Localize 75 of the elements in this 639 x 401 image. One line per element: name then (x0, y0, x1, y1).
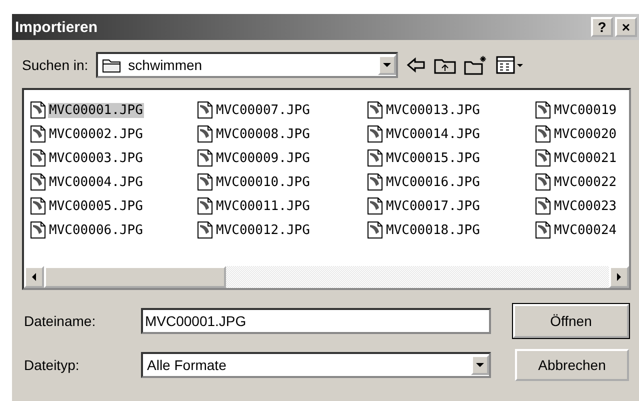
window-title: Importieren (15, 18, 98, 36)
file-item[interactable]: MVC00010.JPG (215, 174, 311, 190)
image-file-icon (30, 221, 46, 239)
image-file-icon (30, 101, 46, 119)
open-button[interactable]: Öffnen (513, 304, 629, 338)
caret-icon (476, 361, 484, 369)
folder-name: schwimmen (128, 57, 202, 73)
file-type-value: Alle Formate (147, 357, 226, 373)
dropdown-button[interactable] (471, 355, 489, 375)
image-file-icon (367, 173, 383, 191)
file-item[interactable]: MVC00005.JPG (48, 198, 144, 214)
image-file-icon (535, 101, 551, 119)
file-item[interactable]: MVC00017.JPG (385, 198, 481, 214)
image-file-icon (535, 197, 551, 215)
look-in-label: Suchen in: (22, 57, 88, 73)
dropdown-button[interactable] (378, 55, 396, 75)
horizontal-scrollbar[interactable] (24, 266, 629, 288)
image-file-icon (197, 197, 213, 215)
image-file-icon (535, 221, 551, 239)
file-item[interactable]: MVC00006.JPG (48, 222, 144, 238)
file-item[interactable]: MVC00013.JPG (385, 102, 481, 118)
scroll-right-button[interactable] (609, 266, 629, 288)
help-button[interactable]: ? (591, 17, 613, 37)
caret-icon (383, 61, 392, 69)
scroll-left-button[interactable] (24, 266, 44, 288)
file-name-label: Dateiname: (24, 313, 97, 329)
file-item[interactable]: MVC00023 (553, 198, 618, 214)
right-arrow-icon (615, 273, 623, 281)
image-file-icon (30, 173, 46, 191)
image-file-icon (367, 149, 383, 167)
image-file-icon (197, 149, 213, 167)
left-arrow-icon (30, 273, 38, 281)
view-menu-icon[interactable] (496, 56, 524, 74)
look-in-dropdown[interactable]: schwimmen (96, 52, 398, 78)
file-item[interactable]: MVC00004.JPG (48, 174, 144, 190)
file-item[interactable]: MVC00018.JPG (385, 222, 481, 238)
image-file-icon (197, 101, 213, 119)
back-arrow-icon[interactable] (406, 57, 426, 73)
image-file-icon (367, 197, 383, 215)
image-file-icon (535, 149, 551, 167)
file-item[interactable]: MVC00003.JPG (48, 150, 144, 166)
file-item[interactable]: MVC00008.JPG (215, 126, 311, 142)
image-file-icon (367, 221, 383, 239)
scrollbar-thumb[interactable] (44, 266, 226, 288)
file-item[interactable]: MVC00019 (553, 102, 618, 118)
image-file-icon (30, 149, 46, 167)
image-file-icon (197, 173, 213, 191)
file-item[interactable]: MVC00011.JPG (215, 198, 311, 214)
image-file-icon (367, 101, 383, 119)
file-type-dropdown[interactable]: Alle Formate (141, 352, 491, 378)
file-item[interactable]: MVC00007.JPG (215, 102, 311, 118)
folder-icon (102, 57, 122, 73)
image-file-icon (30, 125, 46, 143)
file-item[interactable]: MVC00016.JPG (385, 174, 481, 190)
file-item[interactable]: MVC00021 (553, 150, 618, 166)
new-folder-icon[interactable] (464, 55, 488, 75)
image-file-icon (197, 221, 213, 239)
file-item[interactable]: MVC00001.JPG (48, 102, 144, 118)
file-type-label: Dateityp: (24, 357, 80, 373)
cancel-button[interactable]: Abbrechen (515, 349, 629, 381)
image-file-icon (197, 125, 213, 143)
file-item[interactable]: MVC00002.JPG (48, 126, 144, 142)
file-item[interactable]: MVC00024 (553, 222, 618, 238)
file-item[interactable]: MVC00020 (553, 126, 618, 142)
file-item[interactable]: MVC00012.JPG (215, 222, 311, 238)
close-button[interactable]: × (615, 17, 637, 37)
image-file-icon (367, 125, 383, 143)
file-item[interactable]: MVC00022 (553, 174, 618, 190)
file-item[interactable]: MVC00014.JPG (385, 126, 481, 142)
image-file-icon (535, 173, 551, 191)
file-item[interactable]: MVC00015.JPG (385, 150, 481, 166)
file-item[interactable]: MVC00009.JPG (215, 150, 311, 166)
image-file-icon (535, 125, 551, 143)
file-name-field[interactable]: MVC00001.JPG (141, 308, 491, 334)
image-file-icon (30, 197, 46, 215)
